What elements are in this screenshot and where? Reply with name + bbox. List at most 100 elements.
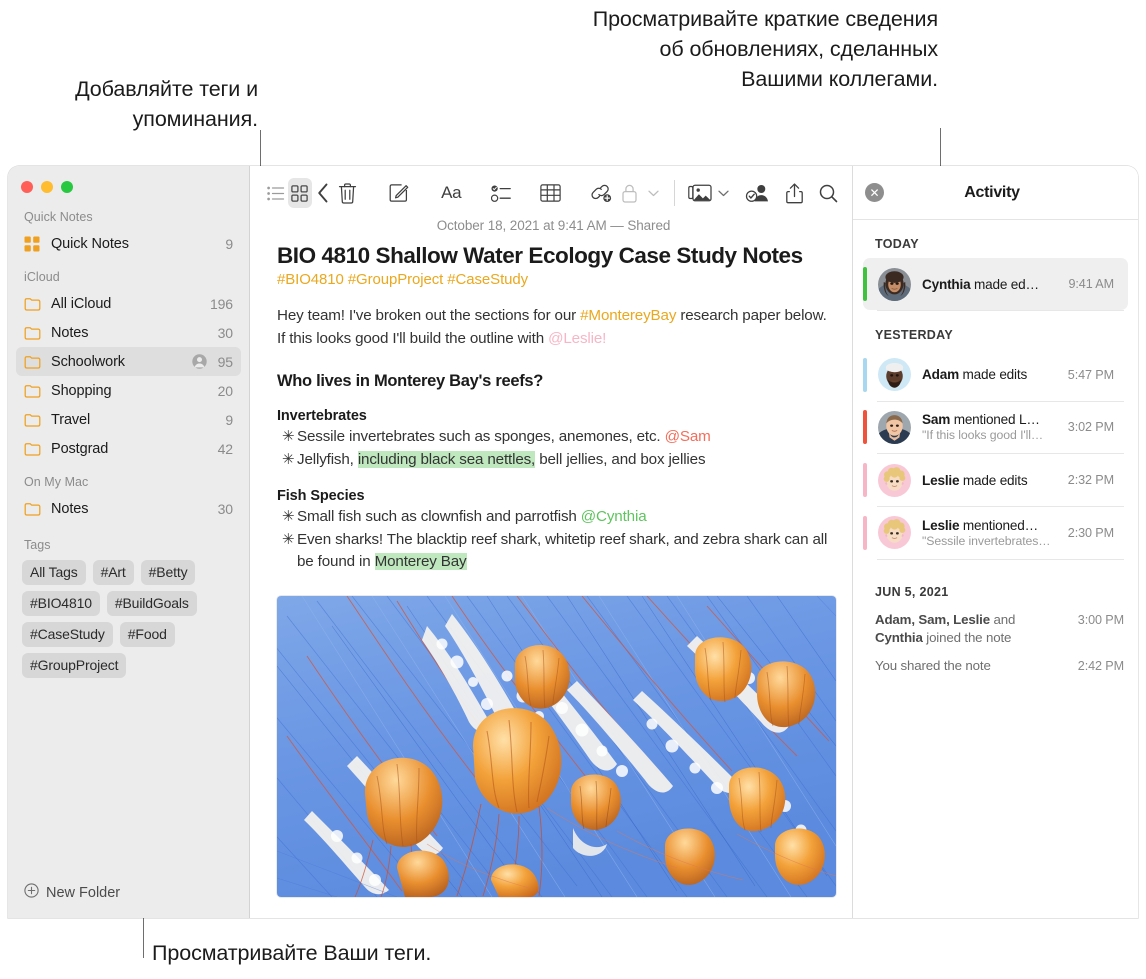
- note-tagline: #BIO4810 #GroupProject #CaseStudy: [277, 271, 529, 288]
- sidebar-item-postgrad[interactable]: Postgrad 42: [16, 434, 241, 463]
- list-item: ✳ Sessile invertebrates such as sponges,…: [277, 426, 830, 449]
- activity-action: mentioned L…: [950, 412, 1040, 428]
- activity-row[interactable]: Leslie mentioned… "Sessile invertebrates……: [863, 507, 1128, 559]
- sidebar-item-notes[interactable]: Notes 30: [16, 494, 241, 523]
- list-item-text: Small fish such as clownfish and parrotf…: [297, 506, 830, 529]
- sidebar-sections: Quick Notes Quick Notes 9 iCloud All iCloud 1…: [8, 210, 249, 523]
- sidebar-item-all-icloud[interactable]: All iCloud 196: [16, 289, 241, 318]
- hashtag-montereybay[interactable]: #MontereyBay: [580, 307, 676, 324]
- tag-pill-art[interactable]: #Art: [92, 560, 134, 585]
- activity-row[interactable]: Adam made edits 5:47 PM: [863, 349, 1128, 401]
- activity-row[interactable]: Sam mentioned L… "If this looks good I'll…: [863, 401, 1128, 453]
- sidebar-item-count: 30: [217, 500, 233, 517]
- tag-pill-betty[interactable]: #Betty: [140, 560, 196, 585]
- adam-avatar: [878, 358, 911, 392]
- sidebar-section-header: iCloud: [24, 270, 60, 284]
- activity-text: Leslie mentioned… "Sessile invertebrates…: [922, 518, 1060, 548]
- sidebar-item-label: Notes: [51, 500, 89, 517]
- mention-leslie[interactable]: @Leslie!: [548, 330, 606, 347]
- link-add-icon[interactable]: [589, 178, 613, 208]
- sidebar-item-label: Notes: [51, 324, 89, 341]
- zoom-window-button[interactable]: [61, 181, 73, 193]
- trash-icon[interactable]: [336, 178, 360, 208]
- activity-row[interactable]: Leslie made edits 2:32 PM: [863, 454, 1128, 506]
- activity-plain-row: You shared the note 2:42 PM: [853, 652, 1138, 680]
- mention-sam[interactable]: @Sam: [665, 428, 711, 445]
- folder-icon: [24, 355, 42, 369]
- folder-icon: [24, 502, 42, 516]
- sidebar-item-schoolwork[interactable]: Schoolwork 95: [16, 347, 241, 376]
- activity-line: Cynthia made ed…: [922, 277, 1060, 292]
- sidebar-item-count: 196: [209, 295, 233, 312]
- highlight-black-sea-nettles: including black sea nettles,: [357, 450, 536, 468]
- activity-timestamp: 3:02 PM: [1067, 420, 1114, 435]
- invertebrates-bullet-list: ✳ Sessile invertebrates such as sponges,…: [277, 426, 830, 471]
- activity-person-name: Leslie: [922, 472, 960, 488]
- list-item: ✳ Jellyfish, including black sea nettles…: [277, 449, 830, 472]
- sidebar-item-notes[interactable]: Notes 30: [16, 318, 241, 347]
- activity-row[interactable]: Cynthia made ed… 9:41 AM: [863, 258, 1128, 310]
- note-body[interactable]: October 18, 2021 at 9:41 AM — Shared BIO…: [250, 220, 852, 918]
- sidebar-item-count: 95: [217, 353, 233, 370]
- callout-activity-summary: Просматривайте краткие сведения об обнов…: [592, 7, 938, 91]
- activity-names-2: Cynthia: [875, 630, 923, 646]
- activity-action: made ed…: [970, 276, 1039, 292]
- activity-text: Cynthia made ed…: [922, 277, 1060, 292]
- compose-icon[interactable]: [387, 178, 411, 208]
- activity-timestamp: 2:30 PM: [1067, 525, 1114, 540]
- list-item-text: Sessile invertebrates such as sponges, a…: [297, 426, 830, 449]
- sidebar-item-shopping[interactable]: Shopping 20: [16, 376, 241, 405]
- media-button[interactable]: [683, 178, 729, 208]
- lock-note-button[interactable]: [613, 178, 659, 208]
- tag-pill-groupproject[interactable]: #GroupProject: [22, 653, 127, 678]
- mention-cynthia[interactable]: @Cynthia: [581, 508, 647, 525]
- activity-plain-text: Adam, Sam, Leslie and Cynthia joined the…: [875, 611, 1043, 647]
- activity-accent-bar: [863, 515, 867, 550]
- tag-pill-casestudy[interactable]: #CaseStudy: [22, 622, 113, 647]
- tag-pill-food[interactable]: #Food: [119, 622, 175, 647]
- activity-line: Adam made edits: [922, 367, 1060, 382]
- list-view-icon[interactable]: [264, 178, 288, 208]
- checklist-icon[interactable]: [489, 178, 513, 208]
- highlight-monterey-bay: Monterey Bay: [374, 553, 467, 570]
- g1-b1-text: Sessile invertebrates such as sponges, a…: [297, 428, 665, 445]
- tag-pill-bio4810[interactable]: #BIO4810: [22, 591, 100, 616]
- gallery-view-icon[interactable]: [287, 178, 312, 208]
- sidebar-item-travel[interactable]: Travel 9: [16, 405, 241, 434]
- back-chevron-icon[interactable]: [312, 178, 336, 208]
- close-window-button[interactable]: [21, 181, 33, 193]
- cynthia-avatar: [878, 267, 911, 301]
- minimize-window-button[interactable]: [41, 181, 53, 193]
- bullet-glyph: ✳: [282, 508, 295, 525]
- activity-quote: "Sessile invertebrates…: [922, 533, 1051, 548]
- note-subheading-invertebrates: Invertebrates: [277, 408, 367, 424]
- note-date: October 18, 2021 at 9:41 AM — Shared: [436, 220, 671, 233]
- activity-plain-row: Adam, Sam, Leslie and Cynthia joined the…: [853, 606, 1138, 652]
- activity-group-label: YESTERDAY: [875, 327, 953, 342]
- search-icon[interactable]: [816, 178, 840, 208]
- sidebar-item-label: Quick Notes: [51, 235, 129, 252]
- sidebar-item-quick-notes[interactable]: Quick Notes 9: [16, 229, 241, 258]
- activity-line: Leslie made edits: [922, 473, 1060, 488]
- activity-action: mentioned…: [959, 517, 1038, 533]
- activity-person-name: Adam: [922, 367, 959, 383]
- sidebar-section-header: Quick Notes: [24, 210, 93, 224]
- leslie-avatar: [878, 516, 911, 550]
- new-folder-button[interactable]: New Folder: [8, 883, 249, 918]
- activity-text: Sam mentioned L… "If this looks good I'll…: [922, 412, 1060, 442]
- share-icon[interactable]: [782, 178, 806, 208]
- format-aa-icon[interactable]: Aa: [439, 178, 463, 208]
- callout-view-tags: Просматривайте Ваши теги.: [152, 941, 432, 965]
- activity-accent-bar: [863, 267, 867, 301]
- table-icon[interactable]: [539, 178, 563, 208]
- sidebar-item-count: 9: [225, 411, 233, 428]
- list-item-text: Jellyfish, including black sea nettles, …: [297, 449, 830, 472]
- close-icon[interactable]: ✕: [865, 183, 884, 202]
- callout-add-tags: Добавляйте теги и упоминания.: [75, 77, 258, 131]
- collaborate-icon[interactable]: [745, 178, 770, 208]
- note-embedded-image[interactable]: [277, 595, 836, 897]
- tag-pill-alltags[interactable]: All Tags: [22, 560, 86, 585]
- intro-text-1: Hey team! I've broken out the sections f…: [277, 307, 581, 324]
- tag-pill-buildgoals[interactable]: #BuildGoals: [106, 591, 197, 616]
- note-title: BIO 4810 Shallow Water Ecology Case Stud…: [277, 243, 803, 268]
